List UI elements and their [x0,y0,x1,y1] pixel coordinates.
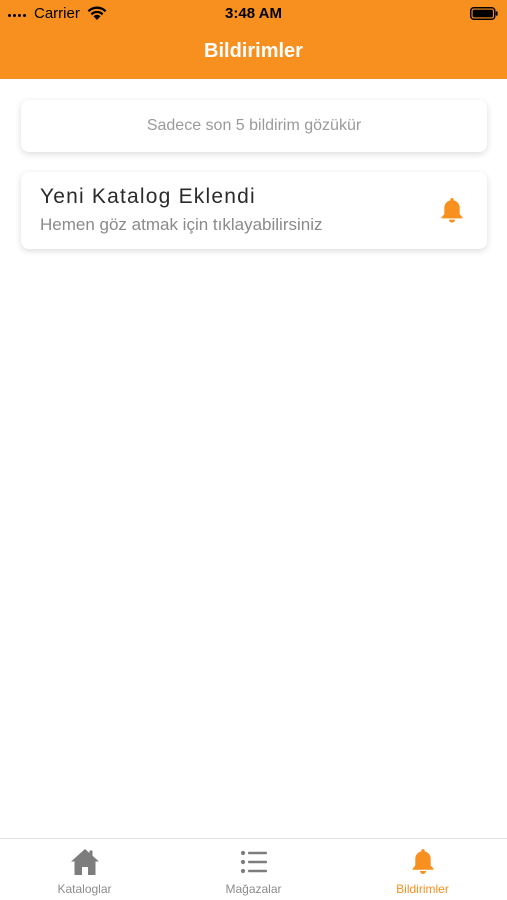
notification-subtitle: Hemen göz atmak için tıklayabilirsiniz [40,215,323,234]
tab-label: Mağazalar [225,882,282,896]
tab-label: Bildirimler [396,882,449,896]
tab-kataloglar[interactable]: Kataloglar [0,839,169,900]
tab-bar: Kataloglar Mağazalar Bildirimler [0,838,507,900]
status-bar: Carrier 3:48 AM [0,0,507,26]
bell-icon [441,198,463,223]
tab-label: Kataloglar [57,882,112,896]
bell-icon [412,849,433,874]
page-title: Bildirimler [204,40,303,62]
battery-icon [470,7,498,20]
clock: 3:48 AM [225,5,282,22]
info-banner-text: Sadece son 5 bildirim gözükür [146,117,362,134]
tab-bildirimler[interactable]: Bildirimler [338,839,507,900]
top-header: Carrier 3:48 AM Bildirimler [0,0,507,79]
list-icon [240,850,267,874]
notification-title: Yeni Katalog Eklendi [40,185,256,208]
notification-card[interactable]: Yeni Katalog Eklendi Hemen göz atmak içi… [21,172,487,249]
home-icon [70,849,99,875]
tab-magazalar[interactable]: Mağazalar [169,839,338,900]
info-banner: Sadece son 5 bildirim gözükür [21,100,487,152]
